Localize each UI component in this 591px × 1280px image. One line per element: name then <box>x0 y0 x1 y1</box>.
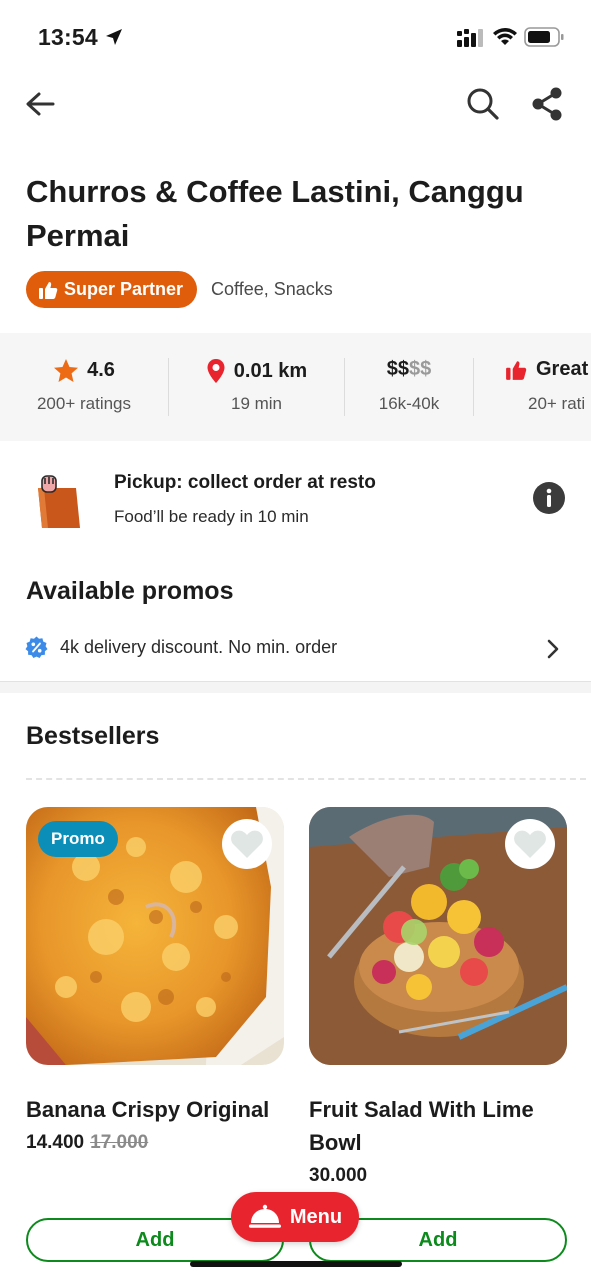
battery-icon <box>524 27 564 47</box>
bag-icon <box>38 475 80 528</box>
cuisine-tags: Coffee, Snacks <box>211 279 333 299</box>
price-range: 16k-40k <box>378 394 440 413</box>
product-name: Banana Crispy Original <box>26 1097 270 1122</box>
section-separator <box>0 681 591 693</box>
home-indicator[interactable] <box>190 1261 402 1267</box>
super-partner-label: Super Partner <box>64 279 184 299</box>
favorite-button[interactable] <box>222 819 272 869</box>
cloche-icon <box>248 1204 281 1228</box>
back-arrow-icon[interactable] <box>24 88 56 120</box>
rating-count: 200+ ratings <box>36 394 132 413</box>
share-icon[interactable] <box>530 86 564 122</box>
product-name: Fruit Salad With Lime Bowl <box>309 1097 534 1155</box>
review-stat[interactable]: Great 20+ rati <box>474 333 591 441</box>
bestsellers-title: Bestsellers <box>26 722 160 750</box>
chevron-right-icon <box>547 639 559 659</box>
promo-item[interactable]: 4k delivery discount. No min. order <box>0 622 591 674</box>
price-row: 14.400 17.000 <box>26 1132 284 1154</box>
location-pin-icon <box>207 359 225 383</box>
product-image[interactable]: Promo <box>26 807 284 1065</box>
original-price: 17.000 <box>90 1132 149 1153</box>
product-image[interactable] <box>309 807 567 1065</box>
search-icon[interactable] <box>465 86 501 122</box>
promo-tag: Promo <box>38 821 118 857</box>
signal-icon <box>457 29 483 47</box>
distance-stat[interactable]: 0.01 km 19 min <box>169 333 344 441</box>
promo-text: 4k delivery discount. No min. order <box>60 637 338 657</box>
rating-stat[interactable]: 4.6 200+ ratings <box>0 333 168 441</box>
discount-icon <box>25 636 48 658</box>
thumbs-up-icon <box>39 281 58 299</box>
info-icon[interactable] <box>532 481 566 515</box>
price-stat[interactable]: $$ $$ 16k-40k <box>345 333 473 441</box>
location-arrow-icon <box>106 29 122 45</box>
pickup-title: Pickup: collect order at resto <box>114 472 376 493</box>
review-value: Great <box>536 358 589 380</box>
wifi-icon <box>493 28 517 45</box>
heart-icon <box>231 830 263 858</box>
super-partner-badge: Super Partner <box>26 271 198 308</box>
thumbs-up-icon <box>506 360 527 380</box>
product-price: 14.400 <box>26 1132 85 1153</box>
favorite-button[interactable] <box>505 819 555 869</box>
review-count: 20+ rati <box>528 394 586 413</box>
status-bar: 13:54 <box>0 0 591 70</box>
dashed-divider <box>26 778 586 780</box>
promos-title: Available promos <box>26 577 234 605</box>
restaurant-name: Churros & Coffee Lastini, Canggu Permai <box>26 174 524 253</box>
menu-label: Menu <box>289 1205 343 1228</box>
delivery-time: 19 min <box>230 394 283 413</box>
price-level-inactive: $$ <box>409 358 432 380</box>
price-level-active: $$ <box>386 358 409 380</box>
heart-icon <box>514 830 546 858</box>
stats-strip[interactable]: 4.6 200+ ratings 0.01 km 19 min $$ $$ 16k… <box>0 333 591 441</box>
pickup-info: Pickup: collect order at resto Food’ll b… <box>0 460 591 540</box>
badge-row: Super Partner Coffee, Snacks <box>26 271 333 308</box>
star-icon <box>54 359 79 382</box>
product-price: 30.000 <box>309 1165 368 1186</box>
product-card-banana-crispy[interactable]: Promo Banana Crispy Original 14.400 17.00… <box>26 807 284 1154</box>
product-card-fruit-salad[interactable]: Fruit Salad With Lime Bowl 30.000 <box>309 807 567 1187</box>
distance-value: 0.01 km <box>233 359 308 382</box>
rating-value: 4.6 <box>87 359 115 381</box>
price-row: 30.000 <box>309 1165 567 1187</box>
status-time: 13:54 <box>38 24 98 50</box>
pickup-subtitle: Food’ll be ready in 10 min <box>114 507 309 526</box>
menu-button[interactable]: Menu <box>231 1192 359 1242</box>
